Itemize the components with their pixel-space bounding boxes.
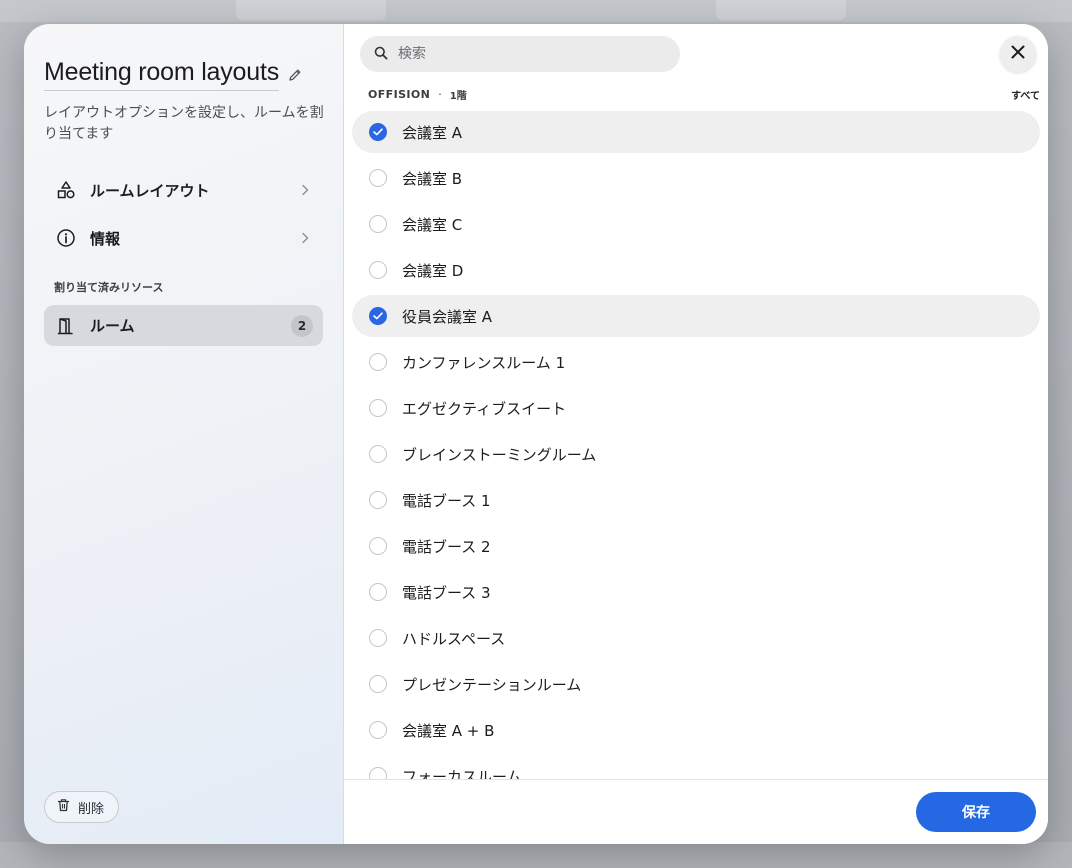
dialog-footer: 保存 [344, 779, 1048, 844]
room-option[interactable]: 役員会議室 A [352, 295, 1040, 337]
backdrop-bottom-bar [0, 842, 1072, 868]
checked-radio-icon[interactable] [369, 307, 387, 325]
search-icon [374, 45, 388, 64]
room-option[interactable]: 会議室 A + B [352, 709, 1040, 751]
room-option-label: 役員会議室 A [402, 307, 493, 326]
radio-icon[interactable] [369, 629, 387, 647]
radio-icon[interactable] [369, 399, 387, 417]
room-option[interactable]: カンファレンスルーム 1 [352, 341, 1040, 383]
nav-room-layout-label: ルームレイアウト [90, 181, 210, 200]
room-option-label: 会議室 A [402, 123, 463, 142]
room-count-badge: 2 [291, 314, 313, 337]
room-option[interactable]: 会議室 B [352, 157, 1040, 199]
room-option-label: ハドルスペース [402, 629, 506, 648]
assigned-resources-heading: 割り当て済みリソース [54, 281, 164, 294]
close-button[interactable] [1000, 36, 1036, 72]
room-option[interactable]: 電話ブース 3 [352, 571, 1040, 613]
room-picker: OFFISION · 1階 すべて 会議室 A 会議室 B 会議室 C 会議室 D 役員… [344, 24, 1048, 844]
settings-panel: Meeting room layouts レイアウトオプションを設定し、ルームを… [24, 24, 344, 844]
floor-name: 1階 [449, 90, 467, 102]
backdrop-tab [716, 0, 846, 20]
radio-icon[interactable] [369, 491, 387, 509]
room-option[interactable]: ブレインストーミングルーム [352, 433, 1040, 475]
radio-icon[interactable] [369, 767, 387, 779]
delete-label: 削除 [78, 801, 105, 817]
room-option-label: 会議室 B [402, 169, 463, 188]
resource-rooms[interactable]: ルーム 2 [44, 305, 323, 346]
room-option-label: エグゼクティブスイート [402, 399, 567, 418]
radio-icon[interactable] [369, 675, 387, 693]
room-option-label: 会議室 A + B [402, 721, 495, 740]
room-option-label: 電話ブース 2 [402, 537, 491, 556]
nav-info-label: 情報 [90, 229, 121, 248]
door-icon [56, 316, 76, 336]
save-button[interactable]: 保存 [916, 792, 1036, 832]
radio-icon[interactable] [369, 169, 387, 187]
room-option[interactable]: ハドルスペース [352, 617, 1040, 659]
room-option[interactable]: 会議室 D [352, 249, 1040, 291]
shapes-icon [56, 180, 76, 200]
radio-icon[interactable] [369, 445, 387, 463]
room-option-label: フォーカスルーム [402, 767, 522, 780]
room-list: 会議室 A 会議室 B 会議室 C 会議室 D 役員会議室 A カンファレンスルーム 1 エ… [352, 111, 1040, 779]
nav-room-layout[interactable]: ルームレイアウト [44, 169, 323, 211]
resource-rooms-label: ルーム [90, 317, 135, 335]
room-option-label: カンファレンスルーム 1 [402, 353, 566, 372]
radio-icon[interactable] [369, 721, 387, 739]
room-option-label: 電話ブース 3 [402, 583, 491, 602]
trash-icon [57, 798, 70, 816]
pencil-icon[interactable] [287, 67, 303, 83]
chevron-right-icon [297, 182, 313, 198]
backdrop-tab [236, 0, 386, 20]
nav-info[interactable]: 情報 [44, 217, 323, 259]
radio-icon[interactable] [369, 537, 387, 555]
room-option[interactable]: エグゼクティブスイート [352, 387, 1040, 429]
close-icon [1010, 44, 1026, 64]
chevron-right-icon [297, 230, 313, 246]
header-separator: · [438, 87, 442, 101]
select-all-link[interactable]: すべて [1011, 87, 1040, 102]
search-bar[interactable] [360, 36, 680, 72]
checked-radio-icon[interactable] [369, 123, 387, 141]
backdrop-top-bar [0, 0, 1072, 22]
room-option[interactable]: プレゼンテーションルーム [352, 663, 1040, 705]
room-option[interactable]: 会議室 C [352, 203, 1040, 245]
room-option[interactable]: フォーカスルーム [352, 755, 1040, 779]
location-name: OFFISION [368, 87, 431, 101]
radio-icon[interactable] [369, 353, 387, 371]
room-option[interactable]: 電話ブース 2 [352, 525, 1040, 567]
search-input[interactable] [398, 46, 658, 62]
meeting-room-layout-dialog: Meeting room layouts レイアウトオプションを設定し、ルームを… [24, 24, 1048, 844]
room-option-label: 会議室 C [402, 215, 463, 234]
room-option[interactable]: 電話ブース 1 [352, 479, 1040, 521]
room-option-label: 会議室 D [402, 261, 464, 280]
room-option[interactable]: 会議室 A [352, 111, 1040, 153]
radio-icon[interactable] [369, 583, 387, 601]
delete-button[interactable]: 削除 [44, 791, 120, 823]
radio-icon[interactable] [369, 215, 387, 233]
room-option-label: 電話ブース 1 [402, 491, 491, 510]
info-icon [56, 228, 76, 248]
room-option-label: プレゼンテーションルーム [402, 675, 582, 694]
layout-title[interactable]: Meeting room layouts [44, 58, 279, 91]
list-header: OFFISION · 1階 すべて [368, 86, 1040, 102]
title-row: Meeting room layouts [44, 58, 303, 91]
radio-icon[interactable] [369, 261, 387, 279]
room-option-label: ブレインストーミングルーム [402, 445, 597, 464]
layout-description: レイアウトオプションを設定し、ルームを割り当てます [44, 105, 324, 142]
